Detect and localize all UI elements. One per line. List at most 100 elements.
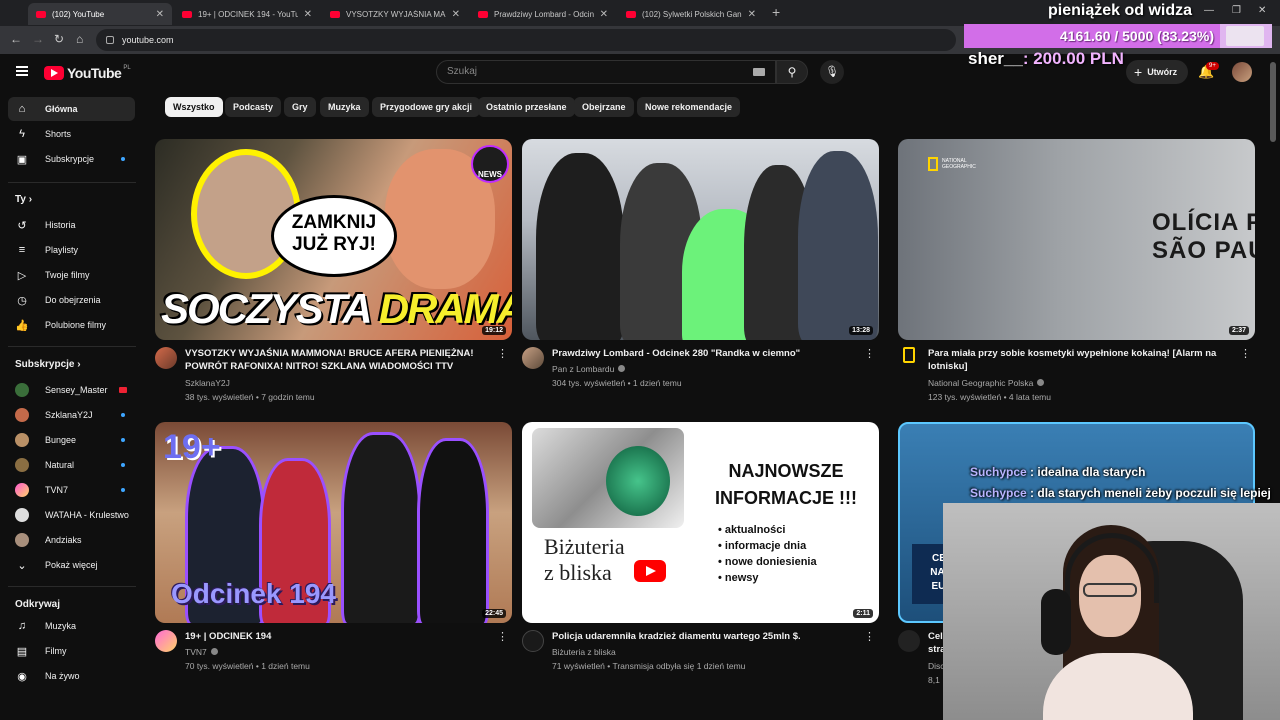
- keyboard-icon[interactable]: [753, 68, 765, 76]
- more-options-icon[interactable]: ⋮: [497, 347, 508, 360]
- more-options-icon[interactable]: ⋮: [497, 630, 508, 643]
- menu-icon[interactable]: [16, 66, 28, 76]
- reload-icon[interactable]: ↻: [54, 32, 64, 46]
- channel-avatar[interactable]: [903, 347, 915, 363]
- sidebar-show-more[interactable]: ⌄ Pokaż więcej: [8, 553, 135, 577]
- sidebar-item-label: TVN7: [45, 485, 69, 495]
- sidebar-sub-szklanay2j[interactable]: SzklanaY2J: [8, 403, 135, 427]
- video-channel[interactable]: Biżuteria z bliska: [552, 647, 616, 657]
- url-field[interactable]: youtube.com: [96, 29, 956, 51]
- close-tab-icon[interactable]: ✕: [600, 9, 608, 20]
- browser-tab-lombard[interactable]: Prawdziwy Lombard - Odcinek ✕: [470, 3, 616, 25]
- sidebar-item-label: Playlisty: [45, 245, 79, 255]
- sidebar-sub-andziaks[interactable]: Andziaks: [8, 528, 135, 552]
- close-window-icon[interactable]: ✕: [1258, 5, 1266, 16]
- video-channel[interactable]: Pan z Lombardu: [552, 364, 626, 374]
- browser-tab-odcinek[interactable]: 19+ | ODCINEK 194 - YouTube ✕: [174, 3, 320, 25]
- close-tab-icon[interactable]: ✕: [304, 9, 312, 20]
- browser-tab-vysotzky[interactable]: VYSOTZKY WYJAŚNIA MAMMO ✕: [322, 3, 468, 25]
- channel-avatar: [15, 533, 29, 547]
- voice-search-button[interactable]: 🎙: [820, 60, 844, 84]
- video-thumbnail[interactable]: NATIONAL GEOGRAPHIC OLÍCIA FEDE SÃO PAUL…: [898, 139, 1255, 340]
- sidebar-item-music[interactable]: ♫ Muzyka: [8, 614, 135, 638]
- page-scrollbar[interactable]: [1270, 62, 1276, 142]
- close-tab-icon[interactable]: ✕: [748, 9, 756, 20]
- chip-action-adventure[interactable]: Przygodowe gry akcji: [372, 97, 481, 117]
- search-button[interactable]: ⚲: [776, 60, 808, 84]
- chip-podcasts[interactable]: Podcasty: [225, 97, 282, 117]
- thumbnail-headline: SOCZYSTA DRAMA!: [161, 285, 512, 333]
- sidebar-sub-sensey-master[interactable]: Sensey_Master: [8, 378, 135, 402]
- more-options-icon[interactable]: ⋮: [1240, 347, 1251, 360]
- new-tab-icon[interactable]: +: [772, 4, 780, 20]
- streamer-webcam: [943, 503, 1280, 720]
- close-tab-icon[interactable]: ✕: [156, 9, 164, 20]
- video-thumbnail[interactable]: 13:28: [522, 139, 879, 340]
- browser-tab-sylwetki[interactable]: (102) Sylwetki Polskich Gangste ✕: [618, 3, 764, 25]
- sidebar: ⌂ Główna ϟ Shorts ▣ Subskrypcje Ty › ↺ Histo…: [0, 90, 144, 720]
- sidebar-item-home[interactable]: ⌂ Główna: [8, 97, 135, 121]
- more-options-icon[interactable]: ⋮: [864, 347, 875, 360]
- sidebar-item-live[interactable]: ◉ Na żywo: [8, 664, 135, 688]
- your-videos-icon: ▷: [17, 269, 27, 282]
- account-avatar[interactable]: [1232, 62, 1252, 82]
- more-options-icon[interactable]: ⋮: [864, 630, 875, 643]
- channel-avatar[interactable]: [155, 347, 177, 369]
- video-channel[interactable]: National Geographic Polska: [928, 378, 1045, 388]
- new-content-dot: [121, 438, 125, 442]
- close-tab-icon[interactable]: ✕: [452, 9, 460, 20]
- chip-music[interactable]: Muzyka: [320, 97, 369, 117]
- video-channel[interactable]: TVN7: [185, 647, 218, 657]
- shorts-icon: ϟ: [19, 128, 25, 140]
- forward-icon[interactable]: →: [32, 32, 44, 46]
- chip-games[interactable]: Gry: [284, 97, 316, 117]
- sidebar-sub-bungee[interactable]: Bungee: [8, 428, 135, 452]
- video-channel[interactable]: SzklanaY2J: [185, 378, 230, 388]
- site-info-icon[interactable]: [106, 36, 114, 44]
- sidebar-item-your-videos[interactable]: ▷ Twoje filmy: [8, 263, 135, 287]
- video-thumbnail[interactable]: Biżuteria z bliska NAJNOWSZE INFORMACJE …: [522, 422, 879, 623]
- video-title[interactable]: Para miała przy sobie kosmetyki wypełnio…: [928, 347, 1238, 373]
- video-title[interactable]: Policja udaremniła kradzież diamentu war…: [552, 630, 862, 643]
- sidebar-sub-wataha[interactable]: WATAHA - Krulestwo: [8, 503, 135, 527]
- video-thumbnail[interactable]: ZAMKNIJ JUŻ RYJ! NEWS SOCZYSTA DRAMA! 19…: [155, 139, 512, 340]
- chip-new-recommendations[interactable]: Nowe rekomendacje: [637, 97, 741, 117]
- sidebar-item-shorts[interactable]: ϟ Shorts: [8, 122, 135, 146]
- chat-username: Suchypce: [970, 486, 1027, 500]
- music-icon: ♫: [17, 620, 27, 632]
- channel-avatar[interactable]: [522, 347, 544, 369]
- sidebar-item-watch-later[interactable]: ◷ Do obejrzenia: [8, 288, 135, 312]
- sidebar-section-subscriptions[interactable]: Subskrypcje ›: [15, 359, 81, 370]
- channel-avatar: [15, 408, 29, 422]
- home-page-icon[interactable]: ⌂: [76, 32, 83, 46]
- search-input[interactable]: Szukaj: [436, 60, 776, 84]
- channel-avatar[interactable]: [522, 630, 544, 652]
- channel-avatar[interactable]: [155, 630, 177, 652]
- video-title[interactable]: Prawdziwy Lombard - Odcinek 280 "Randka …: [552, 347, 862, 360]
- create-button[interactable]: + Utwórz: [1126, 60, 1188, 84]
- video-title[interactable]: 19+ | ODCINEK 194: [185, 630, 495, 643]
- sidebar-divider: [8, 346, 136, 347]
- youtube-favicon-icon: [36, 10, 46, 18]
- video-thumbnail[interactable]: 19+ Odcinek 194 22:45: [155, 422, 512, 623]
- channel-avatar[interactable]: [898, 630, 920, 652]
- video-title-line: Cel: [928, 631, 943, 642]
- sidebar-sub-natural[interactable]: Natural: [8, 453, 135, 477]
- section-title: Subskrypcje: [15, 359, 75, 370]
- sidebar-item-liked[interactable]: 👍 Polubione filmy: [8, 313, 135, 337]
- browser-tab-youtube[interactable]: (102) YouTube ✕: [28, 3, 172, 25]
- chip-all[interactable]: Wszystko: [165, 97, 223, 117]
- chip-watched[interactable]: Obejrzane: [574, 97, 634, 117]
- donation-progress-text: 4161.60 / 5000 (83.23%): [1059, 28, 1214, 44]
- sidebar-sub-tvn7[interactable]: TVN7: [8, 478, 135, 502]
- youtube-logo[interactable]: YouTube PL: [44, 65, 131, 81]
- sidebar-section-explore: Odkrywaj: [15, 599, 60, 610]
- chip-recently-uploaded[interactable]: Ostatnio przesłane: [478, 97, 575, 117]
- back-icon[interactable]: ←: [10, 32, 22, 46]
- video-title[interactable]: VYSOTZKY WYJAŚNIA MAMMONA! BRUCE AFERA P…: [185, 347, 495, 373]
- sidebar-item-playlists[interactable]: ≡ Playlisty: [8, 238, 135, 262]
- sidebar-section-you[interactable]: Ty ›: [15, 194, 32, 205]
- sidebar-item-history[interactable]: ↺ Historia: [8, 213, 135, 237]
- sidebar-item-subscriptions[interactable]: ▣ Subskrypcje: [8, 147, 135, 171]
- sidebar-item-films[interactable]: ▤ Filmy: [8, 639, 135, 663]
